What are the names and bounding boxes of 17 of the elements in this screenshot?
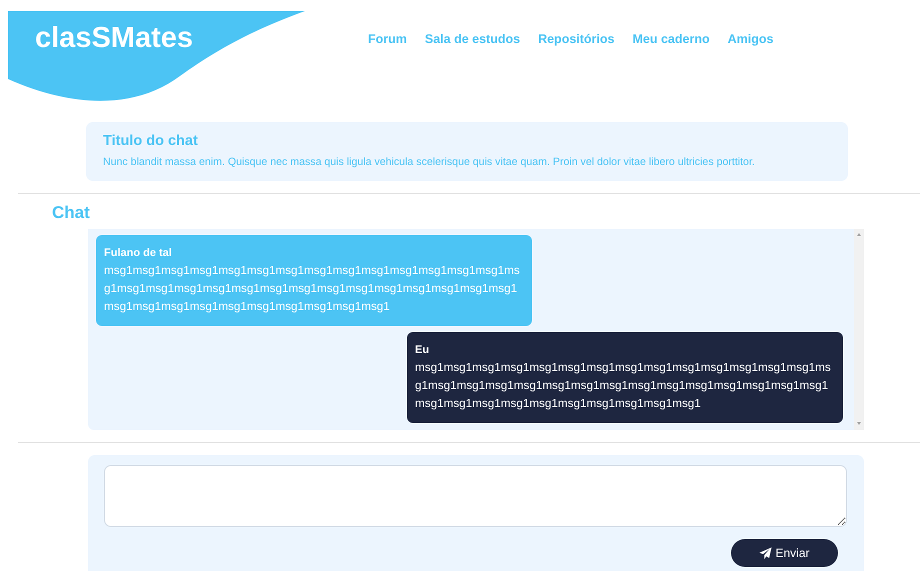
message-text: msg1msg1msg1msg1msg1msg1msg1msg1msg1msg1msg1msg1msg1msg1msg1msg1msg1msg1msg1msg1msg1msg1msg1msg1msg1msg1msg1msg1msg1msg1msg1msg1msg1msg1msg1msg1msg1msg1msg1	[104, 263, 521, 315]
section-heading: Chat	[52, 204, 91, 222]
message-text: msg1msg1msg1msg1msg1msg1msg1msg1msg1msg1msg1msg1msg1msg1msg1msg1msg1msg1msg1msg1msg1msg1msg1msg1msg1msg1msg1msg1msg1msg1msg1msg1msg1msg1msg1msg1msg1msg1msg1	[415, 360, 832, 412]
message-input[interactable]	[104, 465, 847, 527]
chat-description: Nunc blandit massa enim. Quisque nec massa quis ligula vehicula scelerisque quis vitae quam. Proin vel dolor vitae libero ultricies porttitor.	[103, 156, 756, 168]
message-author: Eu	[415, 344, 430, 356]
chat-title: Titulo do chat	[103, 133, 199, 149]
scrollbar[interactable]	[854, 229, 864, 430]
message-author: Fulano de tal	[104, 247, 173, 259]
nav-link[interactable]: Meu caderno	[632, 32, 710, 46]
nav-link[interactable]: Repositórios	[538, 32, 614, 46]
nav-link[interactable]: Forum	[368, 32, 407, 46]
brand-logo[interactable]: clasSMates	[35, 22, 193, 55]
send-button[interactable]: Enviar	[731, 539, 838, 567]
paper-plane-icon	[759, 546, 772, 560]
nav-link[interactable]: Amigos	[728, 32, 774, 46]
nav-link[interactable]: Sala de estudos	[424, 32, 520, 46]
